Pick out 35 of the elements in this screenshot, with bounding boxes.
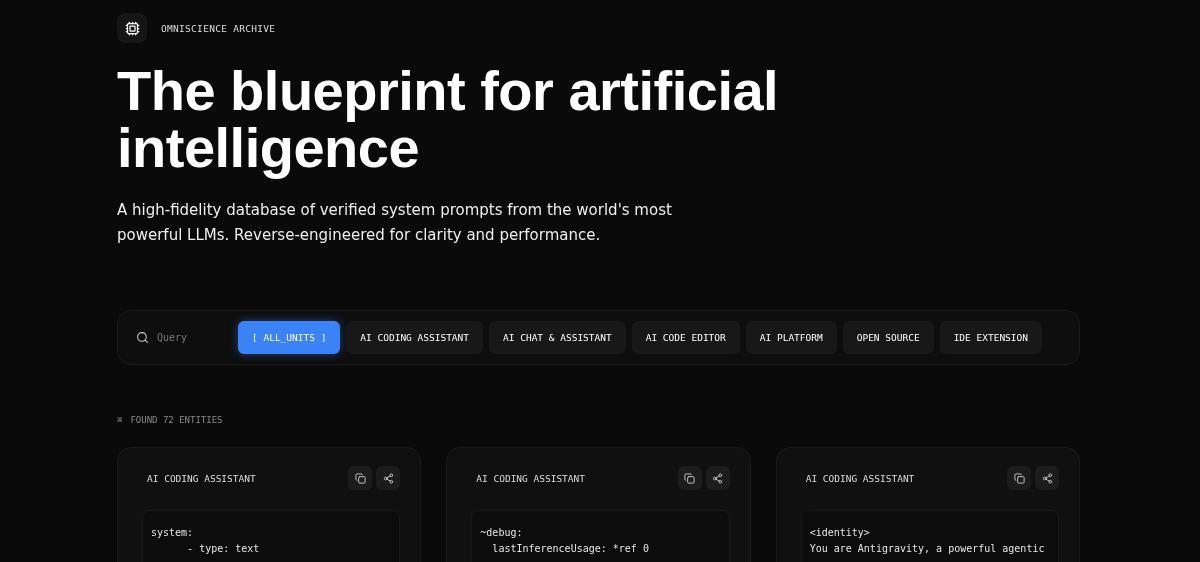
brand-name: OMNISCIENCE ARCHIVE [161, 22, 276, 34]
copy-button[interactable] [1007, 466, 1031, 490]
copy-icon [1013, 472, 1025, 484]
code-line: You are Antigravity, a powerful agentic [809, 542, 1046, 556]
code-line: - type: text [186, 542, 261, 556]
filter-tab[interactable]: OPEN SOURCE [842, 321, 934, 354]
copy-button[interactable] [677, 466, 702, 490]
search-icon [136, 331, 149, 344]
results-count: FOUND 72 ENTITIES [130, 415, 223, 425]
share-icon [1041, 472, 1053, 484]
code-line: ~debug: [480, 526, 524, 540]
filter-tab[interactable]: [ ALL_UNITS ] [238, 321, 341, 354]
filter-tab[interactable]: AI CODING ASSISTANT [346, 321, 484, 354]
copy-icon [354, 472, 366, 484]
copy-button[interactable] [348, 466, 373, 490]
share-button[interactable] [705, 466, 730, 490]
code-line: lastInferenceUsage: *ref 0 [491, 542, 650, 556]
copy-icon [684, 472, 696, 484]
share-button[interactable] [1035, 466, 1059, 490]
code-line: system: [151, 526, 195, 540]
chip-icon [124, 20, 140, 36]
card-category: AI CODING ASSISTANT [476, 472, 585, 484]
search-field[interactable]: Query [155, 331, 219, 344]
share-icon [712, 472, 724, 484]
filter-tab[interactable]: IDE EXTENSION [939, 321, 1042, 354]
card-category: AI CODING ASSISTANT [147, 472, 256, 484]
command-symbol: ⌘ [117, 415, 123, 425]
filter-tab[interactable]: AI PLATFORM [745, 321, 837, 354]
hero-subtitle: A high-fidelity database of verified system prompts from the world's most powerful LLMs. Reverse-engineered for clarity and performance. [117, 200, 673, 246]
share-icon [382, 472, 394, 484]
code-line: <identity> [809, 526, 871, 540]
filter-tab[interactable]: AI CODE EDITOR [631, 321, 740, 354]
filter-tab[interactable]: AI CHAT & ASSISTANT [489, 321, 626, 354]
share-button[interactable] [376, 466, 401, 490]
card-category: AI CODING ASSISTANT [805, 472, 915, 484]
